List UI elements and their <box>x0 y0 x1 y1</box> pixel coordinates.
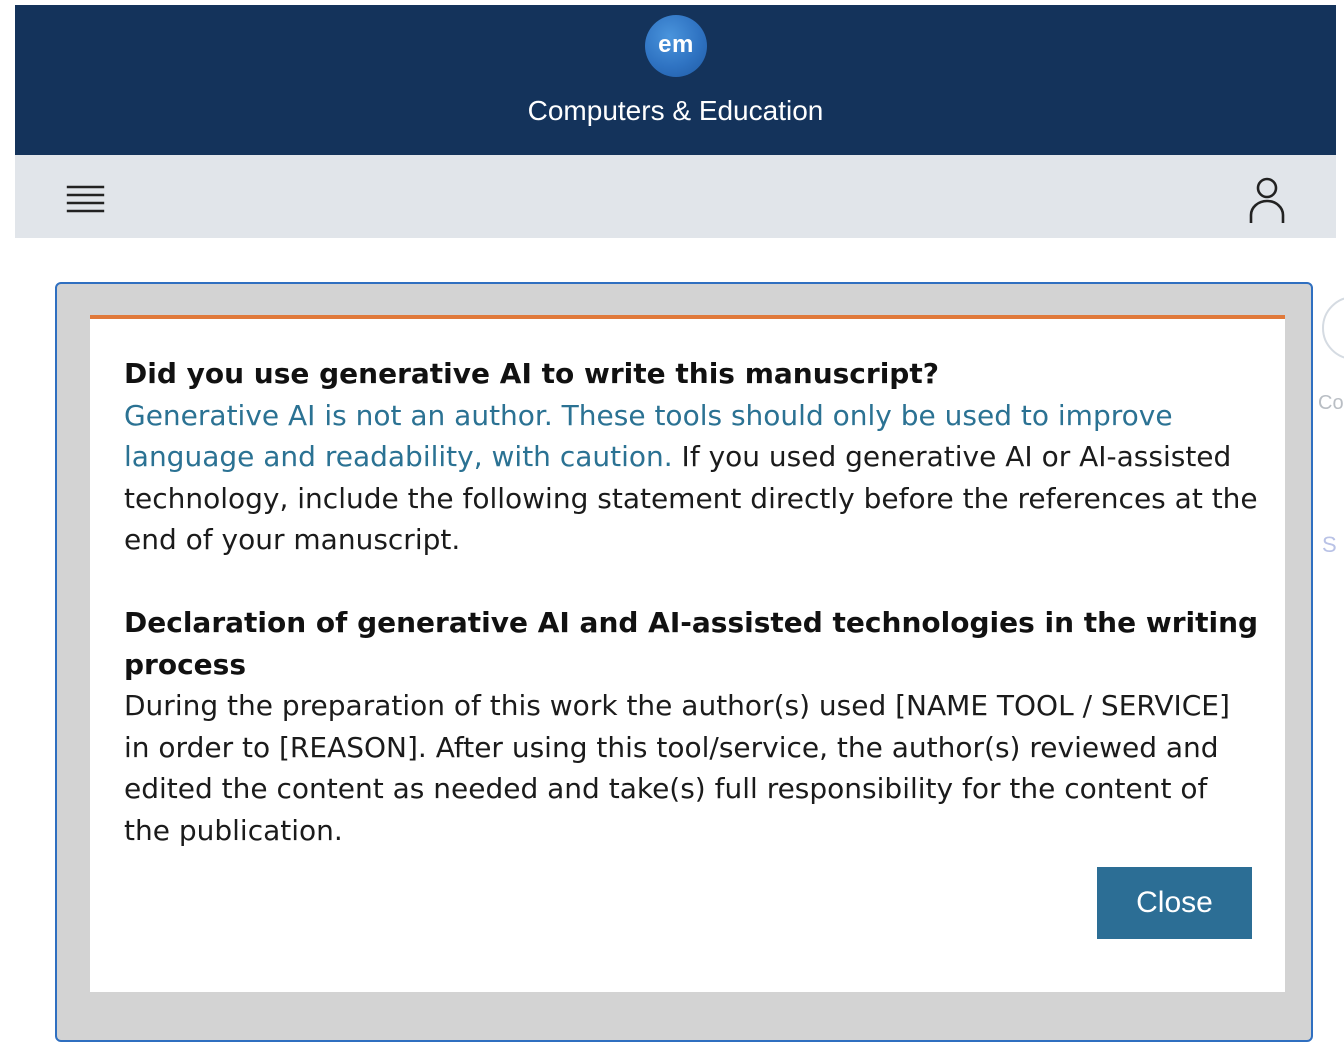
background-text-fragment: S <box>1322 532 1337 557</box>
modal-content: Did you use generative AI to write this … <box>124 353 1259 851</box>
ai-disclosure-modal: Did you use generative AI to write this … <box>55 282 1313 1042</box>
background-text-fragment: Co <box>1318 392 1344 414</box>
background-circle-icon <box>1322 296 1344 360</box>
journal-header: em Computers & Education <box>15 5 1336 155</box>
toolbar <box>15 155 1336 238</box>
declaration-heading: Declaration of generative AI and AI-assi… <box>124 606 1259 681</box>
close-button[interactable]: Close <box>1097 867 1252 939</box>
declaration-text: During the preparation of this work the … <box>124 689 1230 847</box>
notice-paragraph: Generative AI is not an author. These to… <box>124 395 1259 561</box>
hamburger-menu-icon[interactable] <box>65 179 107 219</box>
question-heading: Did you use generative AI to write this … <box>124 357 939 390</box>
em-logo: em <box>645 15 707 77</box>
user-account-icon[interactable] <box>1243 175 1291 225</box>
journal-title: Computers & Education <box>527 95 824 126</box>
modal-panel: Did you use generative AI to write this … <box>90 315 1285 992</box>
